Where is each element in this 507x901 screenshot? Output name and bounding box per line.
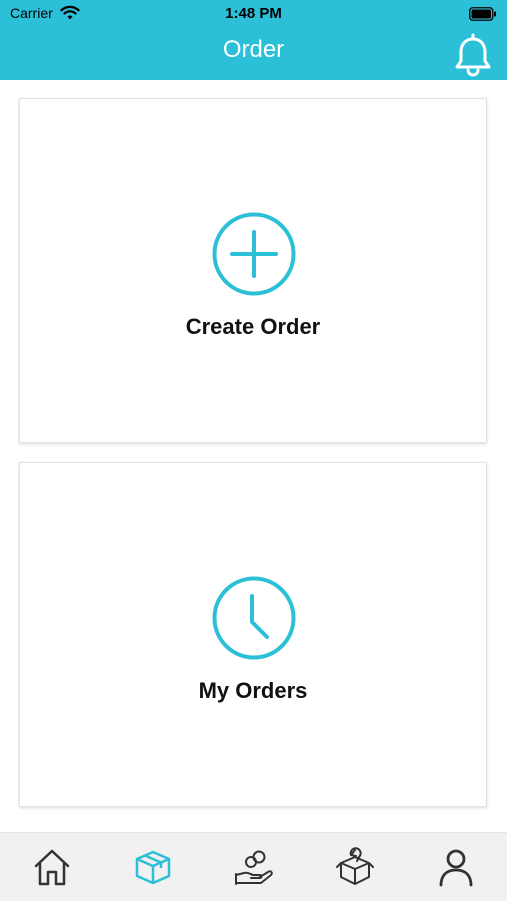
tab-profile[interactable] [436,847,476,887]
create-order-card[interactable]: Create Order [19,98,487,443]
bottom-tab-bar [0,832,507,901]
tab-home[interactable] [32,847,72,887]
tab-payments[interactable] [234,847,274,887]
clock-time: 1:48 PM [225,5,282,22]
hand-money-icon [235,850,273,885]
bell-icon[interactable] [453,33,493,77]
clock-icon [212,576,296,660]
my-orders-card[interactable]: My Orders [19,462,487,807]
package-icon [135,850,171,885]
status-bar: Carrier 1:48 PM [0,0,507,28]
tab-orders[interactable] [133,847,173,887]
my-orders-label: My Orders [198,678,308,703]
battery-icon [469,7,496,21]
tab-returns[interactable] [335,847,375,887]
app-header: Carrier 1:48 PM Order [0,0,507,80]
user-icon [439,849,473,887]
box-return-icon [336,847,374,885]
page-title: Order [222,36,285,63]
home-icon [34,849,70,886]
plus-circle-icon [212,212,296,296]
create-order-label: Create Order [185,314,321,339]
